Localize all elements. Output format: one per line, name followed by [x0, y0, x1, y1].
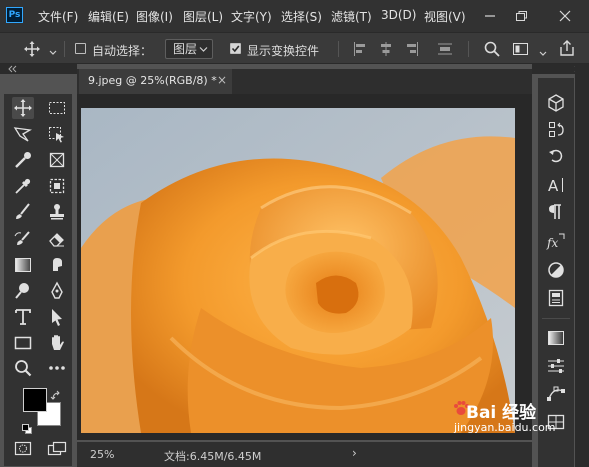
menu-view[interactable]: 视图(V) [424, 8, 466, 25]
document-tab[interactable]: 9.jpeg @ 25%(RGB/8) * × [79, 69, 232, 94]
smudge-tool-icon[interactable] [46, 254, 68, 276]
menu-3d[interactable]: 3D(D) [381, 8, 416, 22]
document-canvas[interactable] [81, 108, 515, 433]
rectangle-tool-icon[interactable] [12, 332, 34, 354]
restore-icon[interactable] [511, 6, 531, 26]
pen-tool-icon[interactable] [46, 280, 68, 302]
minimize-icon[interactable] [480, 6, 500, 26]
path-selection-tool-icon[interactable] [46, 306, 68, 328]
auto-select-target-value: 图层 [173, 42, 198, 56]
history-brush-tool-icon[interactable] [12, 228, 34, 250]
hand-tool-icon[interactable] [46, 332, 68, 354]
menu-edit[interactable]: 编辑(E) [88, 8, 129, 25]
menu-file[interactable]: 文件(F) [38, 8, 78, 25]
quick-selection-tool-icon[interactable] [12, 149, 34, 171]
show-transform-checkbox[interactable] [230, 43, 241, 54]
svg-text:fx: fx [546, 236, 558, 250]
align-right-icon[interactable] [405, 41, 419, 57]
more-tools-icon[interactable] [46, 357, 68, 379]
crop-frame-tool-icon[interactable] [46, 149, 68, 171]
chevron-down-icon[interactable] [538, 44, 548, 56]
actions-icon[interactable] [545, 146, 567, 168]
auto-select-checkbox[interactable] [75, 43, 86, 54]
move-tool-icon[interactable] [12, 97, 34, 119]
marquee-tool-icon[interactable] [46, 97, 68, 119]
document-info[interactable]: 文档:6.45M/6.45M [164, 448, 261, 464]
auto-select-label: 自动选择： [92, 44, 153, 58]
document-tab-title: 9.jpeg @ 25%(RGB/8) * [88, 74, 217, 87]
app-logo: Ps [6, 7, 23, 23]
chevron-down-icon[interactable] [48, 43, 58, 55]
type-tool-icon[interactable] [12, 306, 34, 328]
options-bar: 自动选择： 图层 显示变换控件 [0, 32, 589, 64]
workspace-icon[interactable] [512, 41, 530, 57]
history-icon[interactable] [545, 119, 567, 141]
menu-type[interactable]: 文字(Y) [231, 8, 272, 25]
menu-select[interactable]: 选择(S) [281, 8, 322, 25]
separator [338, 41, 339, 57]
frame-tool-icon[interactable] [46, 175, 68, 197]
libraries-icon[interactable] [545, 287, 567, 309]
align-left-icon[interactable] [353, 41, 367, 57]
close-icon[interactable]: × [217, 73, 227, 87]
menu-image[interactable]: 图像(I) [136, 8, 173, 25]
gradient-tool-icon[interactable] [12, 254, 34, 276]
canvas-area [77, 94, 532, 440]
toolbar-header [0, 64, 77, 74]
align-center-icon[interactable] [379, 41, 393, 57]
screen-mode-icon[interactable] [46, 439, 68, 459]
object-select-tool-icon[interactable] [46, 124, 68, 146]
stamp-tool-icon[interactable] [46, 201, 68, 223]
properties-icon[interactable] [545, 355, 567, 377]
eyedropper-tool-icon[interactable] [12, 175, 34, 197]
watermark: Bai 经验 jingyan.baidu.com [452, 398, 587, 440]
watermark-logo: Bai 经验 [466, 403, 537, 423]
brush-tool-icon[interactable] [12, 201, 34, 223]
document-tab-bar: 9.jpeg @ 25%(RGB/8) * × [77, 69, 532, 94]
collapse-left-icon[interactable] [7, 64, 19, 74]
zoom-tool-icon[interactable] [12, 357, 34, 379]
share-icon[interactable] [558, 39, 576, 57]
status-menu-arrow[interactable]: › [352, 446, 357, 460]
menu-bar: Ps 文件(F) 编辑(E) 图像(I) 图层(L) 文字(Y) 选择(S) 滤… [0, 0, 589, 32]
tools-panel [4, 94, 72, 466]
show-transform-label: 显示变换控件 [247, 44, 320, 58]
status-bar: 25% 文档:6.45M/6.45M › [77, 442, 532, 467]
paragraph-icon[interactable] [545, 201, 567, 223]
lasso-tool-icon[interactable] [12, 124, 34, 146]
watermark-url: jingyan.baidu.com [454, 421, 556, 434]
eraser-tool-icon[interactable] [46, 228, 68, 250]
foreground-color-swatch[interactable] [23, 388, 47, 412]
adjustments-icon[interactable] [545, 259, 567, 281]
separator [64, 41, 65, 57]
rose-image [81, 108, 515, 433]
3d-cube-icon[interactable] [545, 92, 567, 114]
menu-layer[interactable]: 图层(L) [183, 8, 223, 25]
close-icon[interactable] [555, 6, 575, 26]
quick-mask-icon[interactable] [13, 439, 33, 459]
chevron-down-icon [199, 47, 208, 52]
auto-select-target-select[interactable]: 图层 [165, 39, 213, 59]
panel-divider [542, 318, 570, 319]
default-colors-icon[interactable] [21, 420, 33, 434]
dodge-tool-icon[interactable] [12, 280, 34, 302]
menu-filter[interactable]: 滤镜(T) [331, 8, 372, 25]
gradients-icon[interactable] [545, 327, 567, 349]
separator [468, 41, 469, 57]
move-tool-preset-icon[interactable] [22, 39, 42, 59]
swap-colors-icon[interactable] [50, 387, 64, 400]
zoom-level[interactable]: 25% [90, 448, 114, 461]
styles-fx-icon[interactable]: fx [545, 231, 567, 253]
character-icon[interactable]: A [545, 174, 567, 196]
distribute-icon[interactable] [438, 41, 452, 57]
search-icon[interactable] [483, 40, 501, 58]
svg-text:A: A [548, 177, 559, 195]
